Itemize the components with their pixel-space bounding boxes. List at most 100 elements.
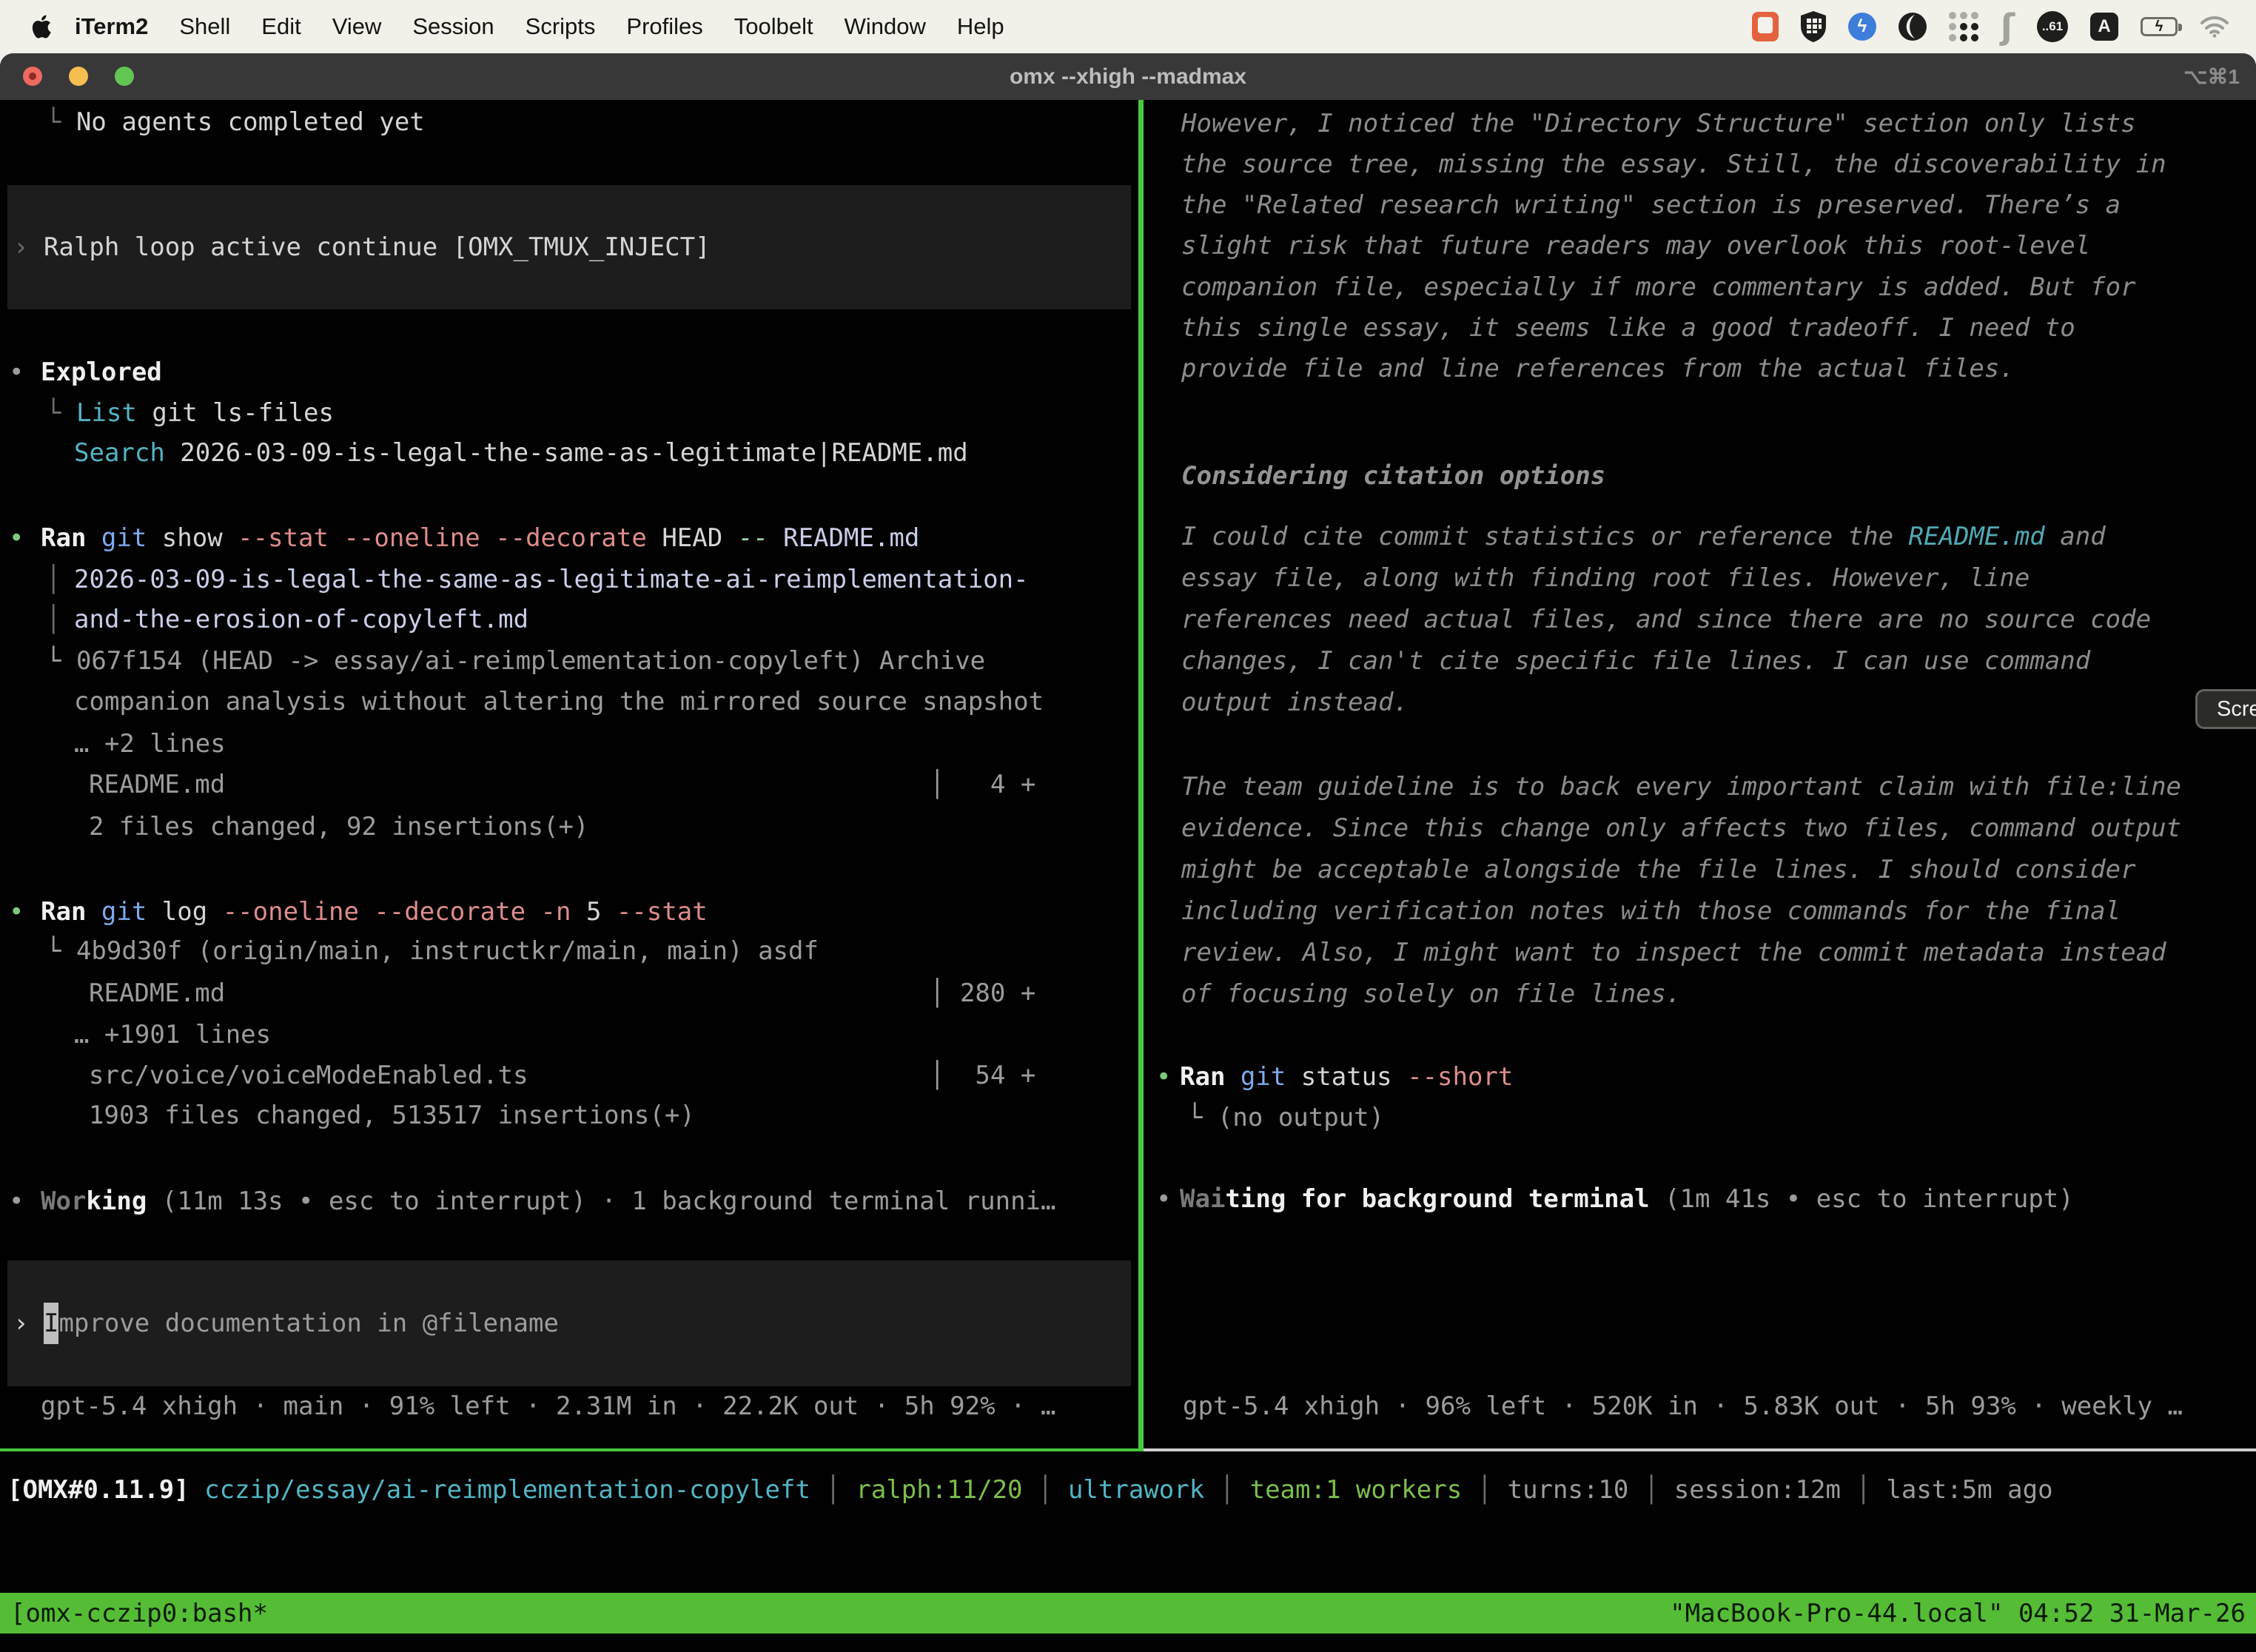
- terminal-content: › Ralph loop active continue [OMX_TMUX_I…: [0, 100, 2256, 1652]
- window-title-bar[interactable]: omx --xhigh --madmax ⌥⌘1: [0, 53, 2256, 100]
- reasoning-heading: Considering citation options: [1181, 455, 1605, 497]
- security-shield-icon[interactable]: [1801, 11, 1826, 42]
- text-segment: └: [1187, 1097, 1218, 1138]
- text-segment: Ralph loop active continue [OMX_TMUX_INJ…: [44, 226, 711, 268]
- menu-item-window[interactable]: Window: [829, 13, 941, 40]
- menu-item-edit[interactable]: Edit: [246, 13, 316, 40]
- battery-percent-icon[interactable]: ..61: [2037, 11, 2068, 42]
- app-grid-icon[interactable]: [1949, 12, 1978, 41]
- menu-item-view[interactable]: View: [317, 13, 397, 40]
- stat-summary: 1903 files changed, 513517 insertions(+): [89, 1095, 695, 1136]
- menu-item-help[interactable]: Help: [941, 13, 1020, 40]
- truncation-line: … +1901 lines: [74, 1014, 271, 1055]
- text-segment: │ 54 +: [930, 1055, 1035, 1096]
- stat-count: │ 280 +: [930, 973, 1035, 1014]
- ralph-loop-banner[interactable]: › Ralph loop active continue [OMX_TMUX_I…: [7, 185, 1131, 309]
- reasoning-text: of focusing solely on file lines.: [1181, 973, 1682, 1015]
- screen-sharing-icon[interactable]: [1752, 12, 1779, 41]
- inactive-pane-border: [1144, 1448, 2256, 1451]
- text-segment: 2 files changed, 92 insertions(+): [89, 806, 589, 847]
- text-segment: I could cite commit statistics or refere…: [1181, 516, 1909, 557]
- text-segment: │ 4 +: [930, 764, 1035, 805]
- text-segment: evidence. Since this change only affects…: [1181, 807, 2181, 849]
- text-segment: companion file, especially if more comme…: [1181, 266, 2136, 308]
- wifi-icon[interactable]: [2200, 16, 2229, 38]
- working-status-line: Working (11m 13s • esc to interrupt) · 1…: [41, 1181, 1056, 1222]
- text-segment: •: [9, 517, 24, 559]
- text-segment: gpt-5.4 xhigh · main · 91% left · 2.31M …: [41, 1386, 1055, 1427]
- menu-item-profiles[interactable]: Profiles: [611, 13, 718, 40]
- explored-list-line: └ List git ls-files: [46, 392, 334, 434]
- text-segment: cczip/essay/ai-reimplementation-copyleft: [204, 1469, 810, 1511]
- menu-item-shell[interactable]: Shell: [164, 13, 246, 40]
- text-segment: companion analysis without altering the …: [74, 681, 1044, 722]
- text-segment: (11m 13s • esc to interrupt) · 1 backgro…: [147, 1181, 1055, 1222]
- command-wrap-line: and-the-erosion-of-copyleft.md: [74, 599, 528, 640]
- text-segment: │: [810, 1469, 856, 1511]
- text-segment: ›: [13, 1303, 44, 1344]
- menu-item-toolbelt[interactable]: Toolbelt: [719, 13, 829, 40]
- text-segment: gpt-5.4 xhigh · 96% left · 520K in · 5.8…: [1183, 1386, 2183, 1427]
- text-segment: [OMX#0.11.9]: [7, 1469, 189, 1511]
- text-segment: last:5m ago: [1886, 1469, 2052, 1511]
- hook-utility-icon[interactable]: ʃ: [2001, 7, 2015, 47]
- text-segment: └: [46, 101, 76, 143]
- text-segment: Ran: [1180, 1056, 1225, 1098]
- browser-crescent-icon[interactable]: [1899, 13, 1927, 41]
- text-segment: changes, I can't cite specific file line…: [1181, 640, 2090, 682]
- model-status-line: gpt-5.4 xhigh · 96% left · 520K in · 5.8…: [1183, 1386, 2183, 1427]
- input-source-icon[interactable]: A: [2090, 13, 2118, 41]
- tmux-pane-right[interactable]: › Improve documentation in @filename How…: [1144, 100, 2256, 1448]
- text-segment: │: [46, 599, 61, 640]
- model-status-line: gpt-5.4 xhigh · main · 91% left · 2.31M …: [41, 1386, 1055, 1427]
- text-segment: README.md: [89, 764, 225, 805]
- text-segment: output instead.: [1181, 682, 1409, 723]
- text-segment: git: [101, 891, 147, 933]
- text-segment: │ 280 +: [930, 973, 1035, 1014]
- text-segment: •: [1156, 1056, 1171, 1098]
- ran-git-status-command: Ran git status --short: [1180, 1056, 1513, 1098]
- text-segment: … +1901 lines: [74, 1014, 271, 1055]
- text-segment: essay file, along with finding root file…: [1181, 557, 2030, 599]
- menu-item-session[interactable]: Session: [397, 13, 509, 40]
- iterm2-window: omx --xhigh --madmax ⌥⌘1 › Ralph loop ac…: [0, 53, 2256, 1652]
- tmux-pane-left[interactable]: › Ralph loop active continue [OMX_TMUX_I…: [0, 100, 1138, 1448]
- truncation-line: … +2 lines: [74, 723, 226, 765]
- text-segment: Wor: [41, 1181, 86, 1222]
- reasoning-text: the source tree, missing the essay. Stil…: [1181, 144, 2166, 185]
- menu-item-iterm2[interactable]: iTerm2: [59, 13, 164, 40]
- text-segment: 5: [571, 891, 617, 933]
- pane-divider[interactable]: [1138, 100, 1144, 1448]
- text-segment: Explored: [41, 352, 162, 393]
- text-segment: [189, 1469, 204, 1511]
- text-segment: 2026-03-09-is-legal-the-same-as-legitima…: [165, 432, 968, 474]
- text-segment: I: [44, 1303, 58, 1344]
- text-segment: git: [1241, 1056, 1286, 1098]
- sync-badge-icon[interactable]: ϟ: [1848, 13, 1876, 41]
- text-segment: [1225, 1056, 1240, 1098]
- commit-line: └ 067f154 (HEAD -> essay/ai-reimplementa…: [46, 640, 985, 682]
- text-segment: … +2 lines: [74, 723, 226, 765]
- text-segment: log: [147, 891, 222, 933]
- agents-status-line: └ No agents completed yet: [46, 101, 425, 143]
- text-segment: The team guideline is to back every impo…: [1181, 766, 2181, 807]
- reasoning-text: I could cite commit statistics or refere…: [1181, 516, 2106, 557]
- stat-file: src/voice/voiceModeEnabled.ts: [89, 1055, 528, 1096]
- bullet: •: [9, 517, 24, 559]
- text-segment: and: [2045, 516, 2106, 557]
- battery-icon[interactable]: ϟ: [2141, 17, 2178, 36]
- menu-item-scripts[interactable]: Scripts: [510, 13, 611, 40]
- apple-logo-icon[interactable]: [31, 15, 52, 38]
- text-segment: (no output): [1218, 1097, 1384, 1138]
- screen-notification-tooltip[interactable]: Scre: [2195, 689, 2256, 729]
- text-segment: including verification notes with those …: [1181, 890, 2121, 932]
- text-segment: provide file and line references from th…: [1181, 348, 2015, 389]
- explored-header: Explored: [41, 352, 162, 393]
- reasoning-text: output instead.: [1181, 682, 1409, 723]
- prompt-input-left[interactable]: › Improve documentation in @filename: [7, 1260, 1131, 1386]
- stat-file: README.md: [89, 764, 225, 805]
- tmux-status-bar: [omx-cczip0:bash* "MacBook-Pro-44.local"…: [0, 1593, 2256, 1633]
- text-segment: king: [86, 1181, 147, 1222]
- text-segment: 067f154 (HEAD -> essay/ai-reimplementati…: [76, 640, 985, 682]
- text-segment: │: [1628, 1469, 1673, 1511]
